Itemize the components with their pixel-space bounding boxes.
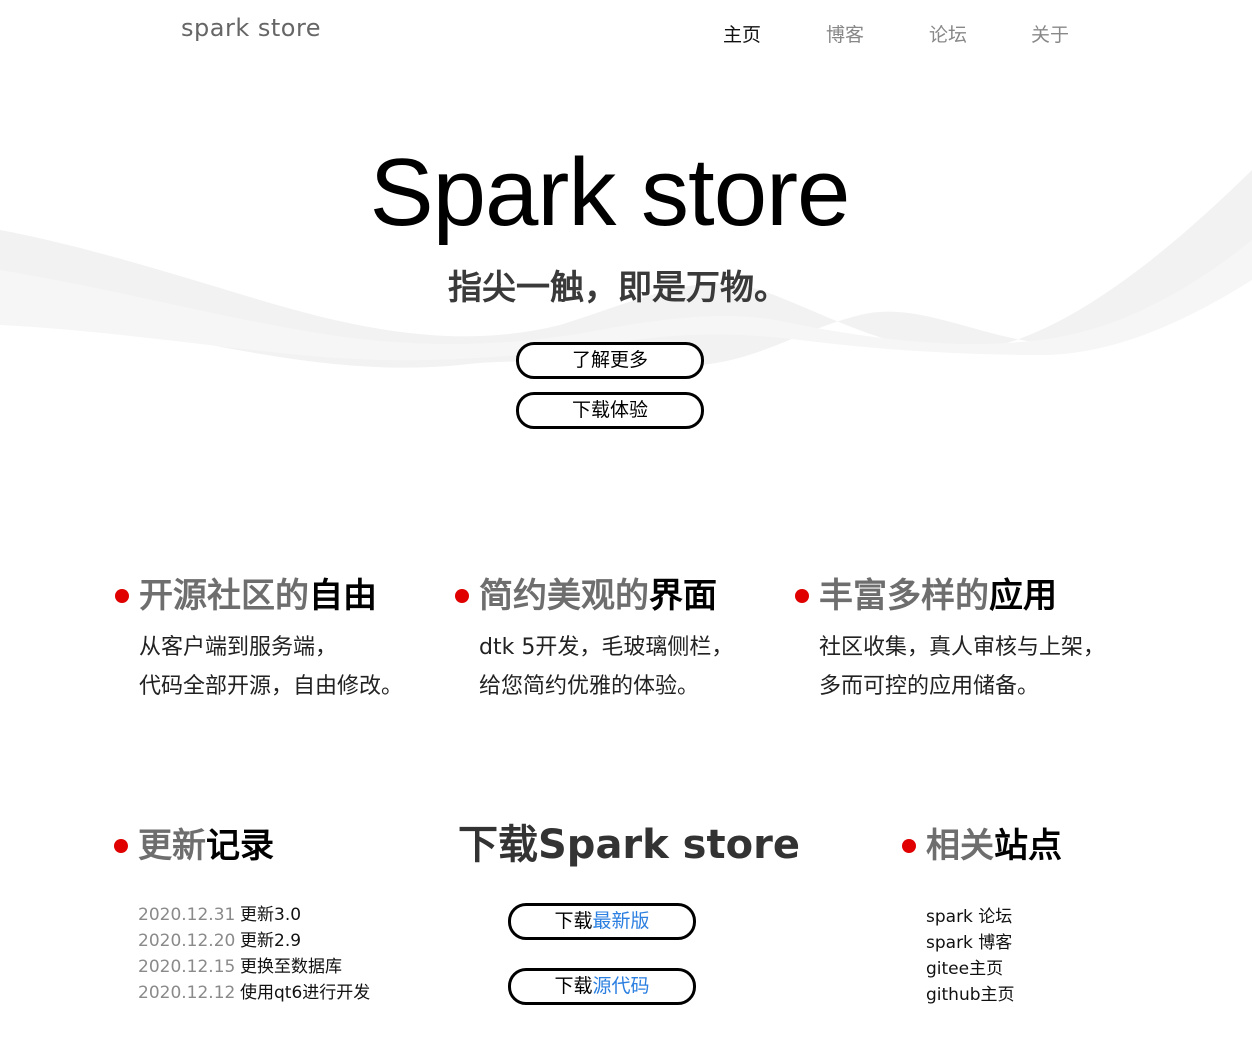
link-gitee[interactable]: gitee主页 [926,956,1062,982]
nav-home[interactable]: 主页 [723,20,761,47]
bullet-dot-icon [114,839,128,853]
site-list: spark 论坛 spark 博客 gitee主页 github主页 [926,904,1062,1008]
learn-more-button[interactable]: 了解更多 [516,342,704,379]
bullet-dot-icon [795,589,809,603]
feature-open-source: 开源社区的自由 从客户端到服务端， 代码全部开源，自由修改。 [115,574,479,706]
feature-simple-ui: 简约美观的界面 dtk 5开发，毛玻璃侧栏， 给您简约优雅的体验。 [455,574,819,706]
download-section-title: 下载Spark store [458,822,800,868]
feature-description: dtk 5开发，毛玻璃侧栏， 给您简约优雅的体验。 [479,635,734,699]
feature-rich-apps: 丰富多样的应用 社区收集，真人审核与上架， 多而可控的应用储备。 [795,574,1159,706]
update-date: 2020.12.20 [138,931,236,951]
update-date: 2020.12.12 [138,983,236,1003]
update-text: 使用qt6进行开发 [240,983,371,1003]
update-date: 2020.12.31 [138,905,236,925]
update-text: 更换至数据库 [240,957,342,977]
update-text: 更新3.0 [240,905,302,925]
feature-title: 开源社区的自由 [115,574,479,618]
nav-blog[interactable]: 博客 [826,20,864,47]
feature-title: 简约美观的界面 [455,574,819,618]
download-latest-button[interactable]: 下载最新版 [508,903,696,940]
nav-about[interactable]: 关于 [1031,20,1069,47]
nav-forum[interactable]: 论坛 [929,20,967,47]
link-github[interactable]: github主页 [926,982,1062,1008]
feature-title: 丰富多样的应用 [795,574,1159,618]
bullet-dot-icon [902,839,916,853]
update-date: 2020.12.15 [138,957,236,977]
update-item: 2020.12.20 更新2.9 [138,928,370,954]
download-try-button[interactable]: 下载体验 [516,392,704,429]
feature-description: 从客户端到服务端， 代码全部开源，自由修改。 [139,635,404,699]
update-list: 2020.12.31 更新3.0 2020.12.20 更新2.9 2020.1… [138,902,370,1006]
bullet-dot-icon [115,589,129,603]
download-source-button[interactable]: 下载源代码 [508,968,696,1005]
bullet-dot-icon [455,589,469,603]
update-item: 2020.12.31 更新3.0 [138,902,370,928]
hero-slogan: 指尖一触，即是万物。 [448,268,788,308]
update-text: 更新2.9 [240,931,302,951]
hero-title: Spark store [369,139,851,246]
feature-description: 社区收集，真人审核与上架， 多而可控的应用储备。 [819,635,1106,699]
brand-logo-text[interactable]: spark store [181,14,321,42]
update-item: 2020.12.12 使用qt6进行开发 [138,980,370,1006]
update-log-title: 更新记录 [114,824,370,868]
top-navbar: spark store 主页 博客 论坛 关于 [0,0,1252,64]
update-log-section: 更新记录 2020.12.31 更新3.0 2020.12.20 更新2.9 2… [114,824,370,1006]
link-spark-forum[interactable]: spark 论坛 [926,904,1062,930]
related-sites-title: 相关站点 [902,824,1062,868]
link-spark-blog[interactable]: spark 博客 [926,930,1062,956]
related-sites-section: 相关站点 spark 论坛 spark 博客 gitee主页 github主页 [902,824,1062,1008]
update-item: 2020.12.15 更换至数据库 [138,954,370,980]
